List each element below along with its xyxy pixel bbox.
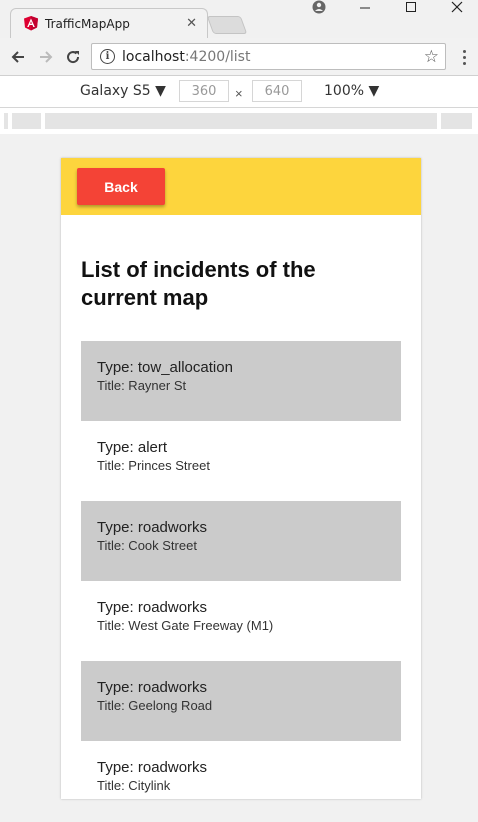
incident-type: Type: roadworks	[97, 679, 208, 696]
incident-list: Type: tow_allocation Title: Rayner St Ty…	[81, 341, 401, 799]
incident-type: Type: roadworks	[97, 599, 208, 616]
window-close-icon[interactable]	[434, 0, 478, 14]
incident-title: Title: Citylink	[97, 778, 171, 793]
angular-icon	[24, 16, 38, 31]
minimize-icon[interactable]	[342, 0, 388, 14]
incident-title: Title: Cook Street	[97, 538, 197, 553]
incident-type: Type: roadworks	[97, 519, 208, 536]
incident-title: Title: Princes Street	[97, 458, 210, 473]
incident-item[interactable]: Type: roadworks Title: Citylink	[81, 741, 401, 799]
back-arrow-icon[interactable]	[8, 47, 28, 67]
incident-type: Type: tow_allocation	[97, 359, 233, 376]
page-title: List of incidents of the current map	[81, 257, 316, 310]
tab-close-icon[interactable]: ✕	[186, 15, 197, 31]
browser-menu-icon[interactable]	[458, 47, 470, 67]
incident-item[interactable]: Type: tow_allocation Title: Rayner St	[81, 341, 401, 421]
incident-title: Title: West Gate Freeway (M1)	[97, 618, 274, 633]
tab-strip: TrafficMapApp ✕	[0, 0, 478, 38]
tab-trafficmapapp[interactable]: TrafficMapApp ✕	[10, 8, 208, 38]
device-select[interactable]: Galaxy S5 ▼	[80, 83, 166, 99]
browser-toolbar: i localhost:4200/list ☆	[0, 38, 478, 76]
incident-item[interactable]: Type: alert Title: Princes Street	[81, 421, 401, 501]
media-query-ruler	[0, 108, 478, 134]
url-text[interactable]: localhost:4200/list	[122, 49, 250, 65]
device-viewport: Back List of incidents of the current ma…	[61, 158, 421, 799]
width-input[interactable]: 360	[179, 80, 229, 102]
tab-title: TrafficMapApp	[45, 17, 130, 31]
ruler-segment[interactable]	[45, 113, 437, 129]
app-header: Back	[61, 158, 421, 215]
zoom-select[interactable]: 100% ▼	[324, 83, 379, 99]
incident-item[interactable]: Type: roadworks Title: Geelong Road	[81, 661, 401, 741]
profile-icon[interactable]	[296, 0, 342, 14]
incident-type: Type: alert	[97, 439, 168, 456]
reload-icon[interactable]	[63, 47, 83, 67]
incident-type: Type: roadworks	[97, 759, 208, 776]
ruler-segment[interactable]	[4, 113, 8, 129]
maximize-icon[interactable]	[388, 0, 434, 14]
dimension-separator: ×	[235, 86, 243, 101]
back-button[interactable]: Back	[77, 168, 165, 205]
height-input[interactable]: 640	[252, 80, 302, 102]
new-tab-button[interactable]	[206, 16, 248, 34]
incident-item[interactable]: Type: roadworks Title: Cook Street	[81, 501, 401, 581]
incident-title: Title: Rayner St	[97, 378, 187, 393]
address-bar[interactable]: i localhost:4200/list ☆	[91, 43, 446, 70]
bookmark-star-icon[interactable]: ☆	[424, 47, 439, 67]
forward-arrow-icon[interactable]	[36, 47, 56, 67]
ruler-segment[interactable]	[441, 113, 472, 129]
incident-title: Title: Geelong Road	[97, 698, 213, 713]
incident-item[interactable]: Type: roadworks Title: West Gate Freeway…	[81, 581, 401, 661]
ruler-segment[interactable]	[12, 113, 41, 129]
device-toolbar: Galaxy S5 ▼ 360 × 640 100% ▼	[0, 76, 478, 108]
info-icon[interactable]: i	[100, 49, 115, 64]
